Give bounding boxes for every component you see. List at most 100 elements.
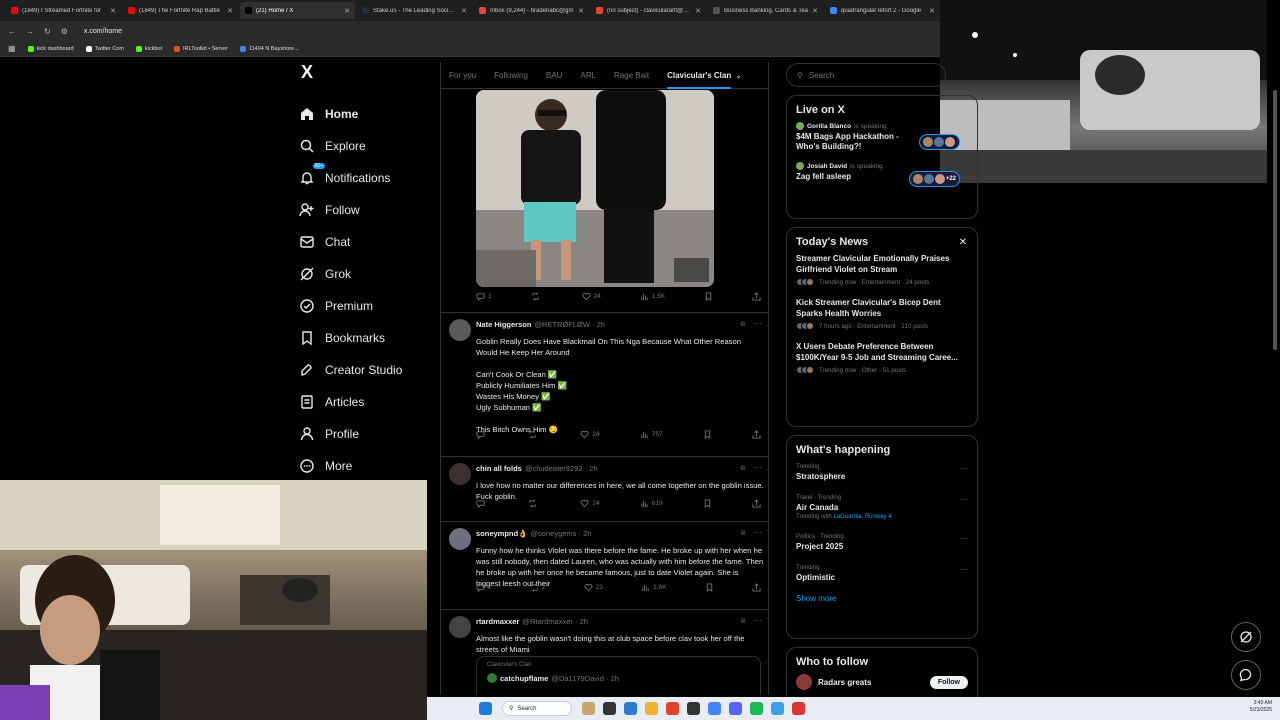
more-icon[interactable]: ··· [754, 528, 762, 537]
nav-item-follow[interactable]: Follow [297, 194, 437, 226]
more-icon[interactable]: ··· [960, 565, 968, 574]
browser-tab[interactable]: (21) Home / X ✕ [240, 2, 355, 19]
reply-button[interactable]: 1 [476, 583, 492, 592]
more-icon[interactable]: ··· [960, 534, 968, 543]
discord-icon[interactable] [729, 702, 742, 715]
site-info-icon[interactable]: ⚙ [61, 27, 68, 36]
edge-icon[interactable] [624, 702, 637, 715]
app-icon[interactable] [666, 702, 679, 715]
trend-item[interactable]: Travel · Trending Air Canada Trending with… [796, 495, 968, 520]
share-button[interactable] [752, 430, 761, 439]
bookmark-item[interactable]: 11404 N Bayshore... [239, 45, 299, 52]
post-author-handle[interactable]: @soneygems · 2h [530, 529, 591, 538]
tab-close-icon[interactable]: ✕ [812, 7, 818, 15]
nav-item-home[interactable]: Home [297, 98, 437, 130]
back-icon[interactable]: ← [8, 27, 16, 36]
post-author-handle[interactable]: @RETRØFLØW · 2h [534, 320, 605, 329]
tab-close-icon[interactable]: ✕ [695, 7, 701, 15]
chevron-down-icon[interactable]: ⌄ [735, 71, 742, 80]
url-field[interactable]: x.com/home [84, 28, 122, 35]
trend-item[interactable]: Trending Optimistic ··· [796, 565, 968, 582]
browser-tab[interactable]: quadrangular lefort 2 - Google ✕ [825, 2, 940, 19]
like-button[interactable]: 23 [584, 583, 603, 592]
avatar[interactable] [449, 616, 471, 638]
grok-icon[interactable]: ⊘ [740, 320, 746, 328]
post-author-handle[interactable]: @chudeater9292 · 2h [525, 464, 598, 473]
trend-with-links[interactable]: LaGuardia, Runway 4 [833, 514, 891, 520]
listeners-pill[interactable]: +22 [908, 171, 960, 187]
post-author-handle[interactable]: @Rtardmaxxer · 2h [522, 617, 588, 626]
avatar[interactable] [449, 528, 471, 550]
trend-item[interactable]: Trending Stratosphere ··· [796, 464, 968, 481]
trend-item[interactable]: Politics · Trending Project 2025 ··· [796, 534, 968, 551]
reply-button[interactable] [476, 430, 488, 439]
browser-tab[interactable]: Inbox (9,244) - bradenabc@gm ✕ [474, 2, 589, 19]
feed-tab[interactable]: For you [449, 71, 476, 80]
post-author-name[interactable]: chin all folds [476, 464, 522, 473]
feed-tab[interactable]: BAU [546, 71, 562, 80]
more-icon[interactable]: ··· [754, 616, 762, 625]
nav-item-bookmarks[interactable]: Bookmarks [297, 322, 437, 354]
more-icon[interactable]: ··· [754, 319, 762, 328]
tab-close-icon[interactable]: ✕ [929, 7, 935, 15]
nav-item-chat[interactable]: Chat [297, 226, 437, 258]
feed-tab[interactable]: Clavicular's Clan [667, 71, 732, 89]
grok-icon[interactable]: ⊘ [740, 529, 746, 537]
more-icon[interactable]: ··· [960, 495, 968, 504]
bookmark-button[interactable] [703, 430, 712, 439]
show-more-link[interactable]: Show more [796, 594, 968, 603]
grok-icon[interactable]: ⊘ [740, 464, 746, 472]
news-item[interactable]: Kick Streamer Clavicular's Bicep Dent Sp… [796, 298, 968, 330]
reply-button[interactable]: 1 [476, 292, 492, 301]
post-author-name[interactable]: Nate Higgerson [476, 320, 531, 329]
views-button[interactable]: 619 [640, 499, 663, 508]
tab-close-icon[interactable]: ✕ [227, 7, 233, 15]
post[interactable]: Nate Higgerson @RETRØFLØW · 2h ⊘ ··· Goblin … [441, 312, 768, 456]
like-button[interactable]: 24 [580, 499, 600, 508]
news-item[interactable]: X Users Debate Preference Between $100K/… [796, 342, 968, 374]
browser-tab[interactable]: (1849) I Streamed Fortnite for ✕ [6, 2, 121, 19]
spotify-icon[interactable] [750, 702, 763, 715]
live-space[interactable]: Gorilla Blanco is speaking $4M Bags App Ha… [796, 122, 968, 152]
share-button[interactable] [752, 292, 761, 301]
bookmark-item[interactable]: kick dashboard [27, 45, 74, 52]
post-author-name[interactable]: rtardmaxxer [476, 617, 519, 626]
tab-close-icon[interactable]: ✕ [110, 7, 116, 15]
post[interactable]: rtardmaxxer @Rtardmaxxer · 2h ⊘ ··· Almost l… [441, 609, 768, 695]
follow-suggestion[interactable]: Radars greats Follow [796, 674, 968, 690]
views-button[interactable]: 757 [640, 430, 663, 439]
nav-item-grok[interactable]: Grok [297, 258, 437, 290]
feed-tab[interactable]: Following [494, 71, 528, 80]
bookmark-item[interactable]: Twitter Com [85, 45, 124, 52]
bookmark-item[interactable]: IRLToolkit • Server [174, 45, 228, 52]
more-icon[interactable]: ··· [960, 464, 968, 473]
repost-button[interactable] [528, 430, 540, 439]
reply-button[interactable] [476, 499, 488, 508]
taskbar-search[interactable]: ⚲ Search [502, 701, 572, 716]
chrome-icon[interactable] [708, 702, 721, 715]
grok-icon[interactable]: ⊘ [740, 617, 746, 625]
repost-button[interactable] [531, 292, 543, 301]
news-item[interactable]: Streamer Clavicular Emotionally Praises … [796, 254, 968, 286]
x-logo[interactable]: X [301, 62, 437, 88]
repost-button[interactable]: 2 [530, 583, 545, 592]
nav-item-explore[interactable]: Explore [297, 130, 437, 162]
browser-tab[interactable]: Stake.us - The Leading Social C ✕ [357, 2, 472, 19]
bookmark-button[interactable] [704, 292, 713, 301]
post-video[interactable] [476, 90, 714, 287]
feed-tab[interactable]: ARL [580, 71, 596, 80]
nav-item-more[interactable]: More [297, 450, 437, 482]
follow-button[interactable]: Follow [929, 675, 968, 689]
browser-tab[interactable]: (1849) The Fortnite Rap Battle ✕ [123, 2, 238, 19]
bookmark-item[interactable]: kickbot [135, 45, 162, 52]
tab-close-icon[interactable]: ✕ [578, 7, 584, 15]
obs-icon[interactable] [687, 702, 700, 715]
quoted-post[interactable]: Clavicular's Clan catchupflame @Da1179Davi… [476, 656, 761, 695]
post-author-name[interactable]: soneympnd👌 [476, 529, 527, 538]
tab-close-icon[interactable]: ✕ [344, 7, 350, 15]
post[interactable]: soneympnd👌 @soneygems · 2h ⊘ ··· Funny how h… [441, 521, 768, 609]
messages-button[interactable] [1231, 660, 1261, 690]
like-button[interactable]: 24 [580, 430, 600, 439]
explorer-icon[interactable] [645, 702, 658, 715]
bookmark-button[interactable] [703, 499, 712, 508]
